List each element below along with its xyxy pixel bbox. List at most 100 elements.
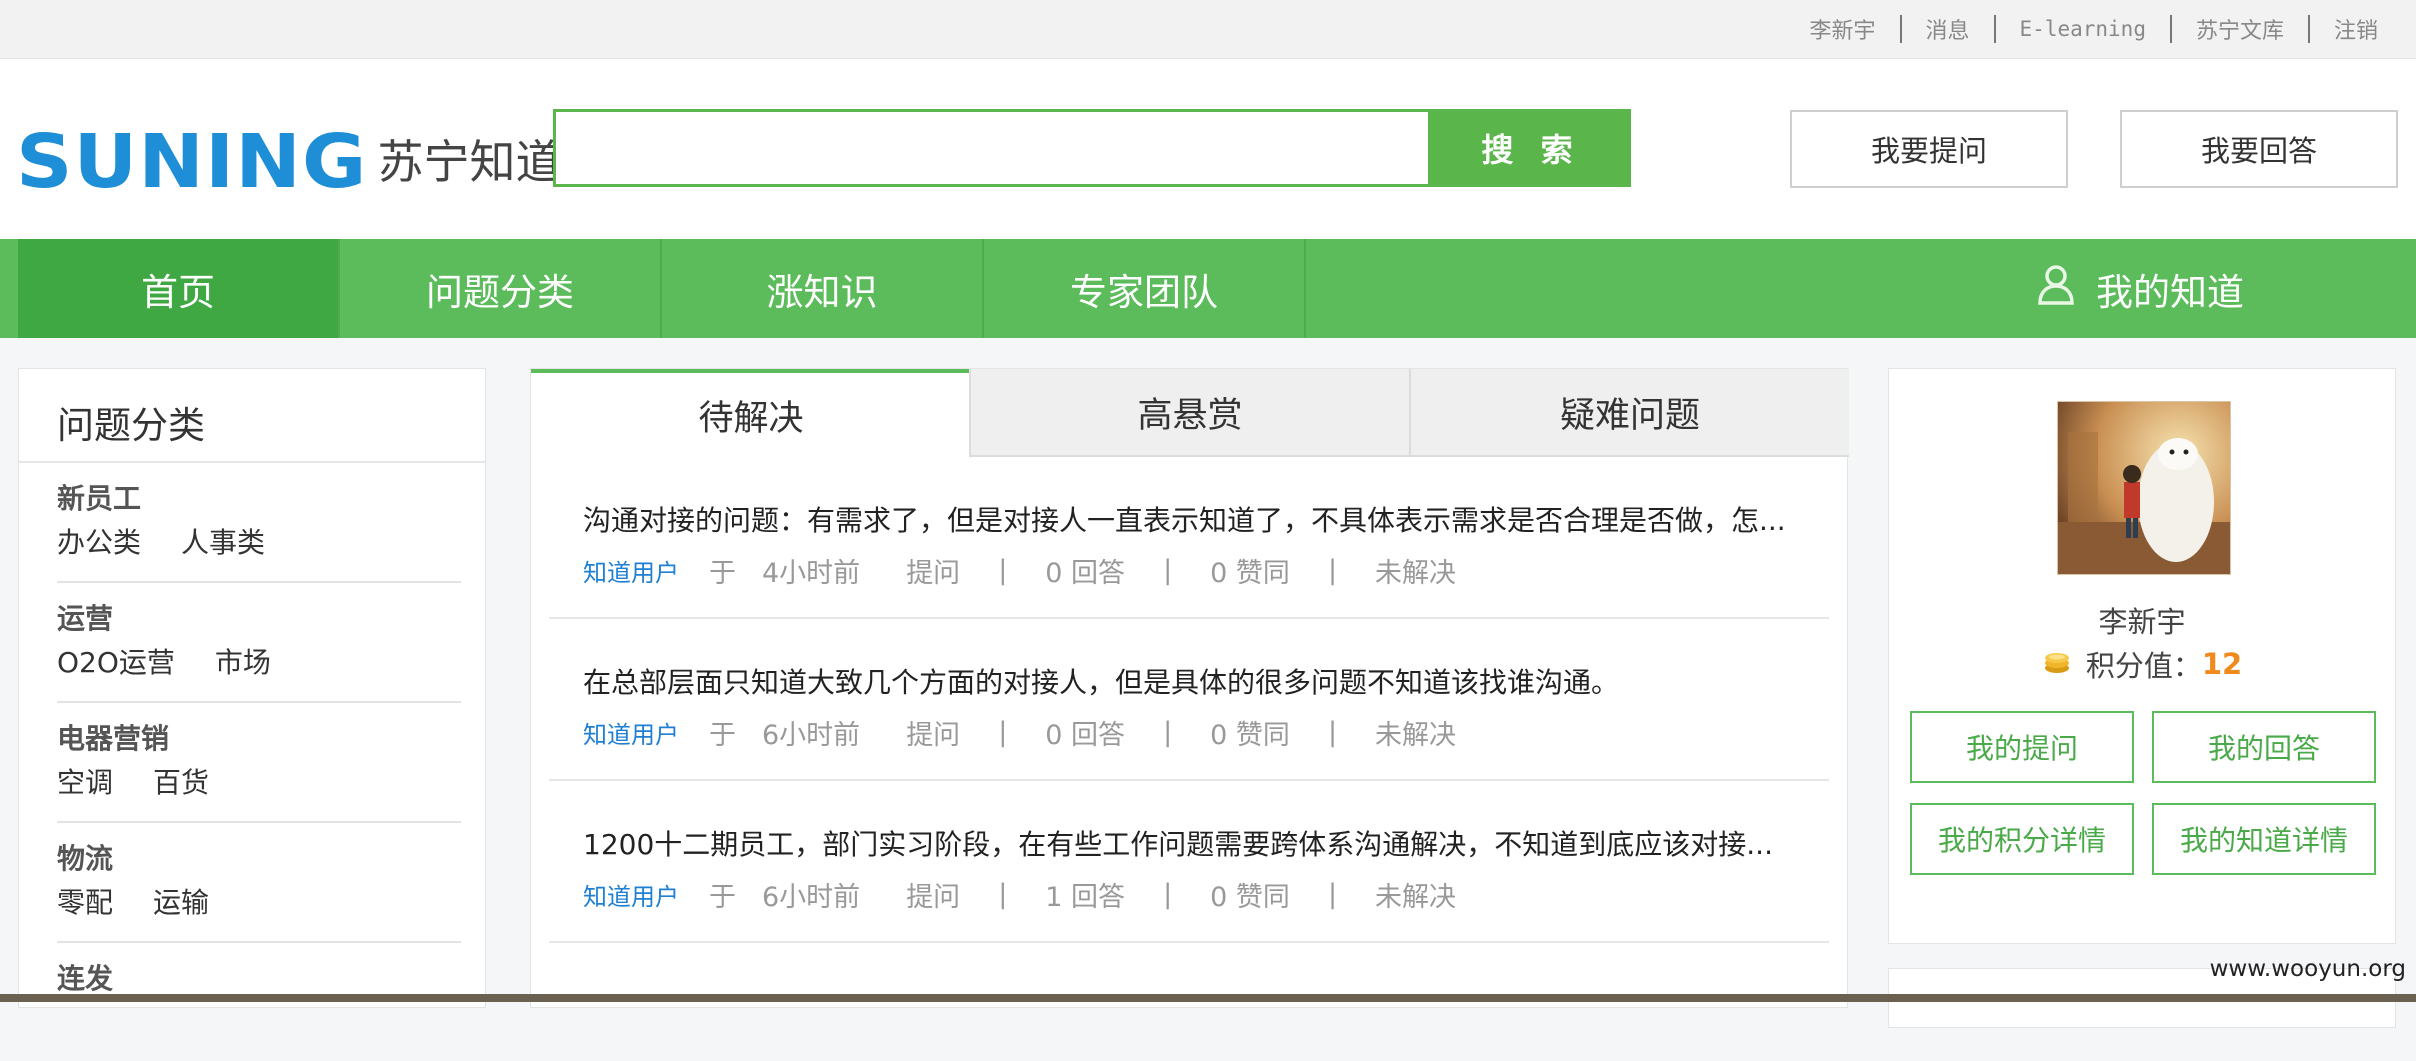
question-status: 未解决 [1375, 720, 1457, 751]
top-link-logout[interactable]: 注销 [2310, 13, 2402, 45]
question-meta: 知道用户 于 4小时前 提问 | 0 回答 | 0 赞同 | 未解决 [583, 551, 1456, 590]
meta-at: 于 [709, 558, 736, 589]
question-status: 未解决 [1375, 882, 1457, 913]
question-user[interactable]: 知道用户 [583, 715, 679, 750]
category-link[interactable]: 人事类 [181, 521, 265, 561]
question-user[interactable]: 知道用户 [583, 877, 679, 912]
coin-icon [2042, 646, 2072, 683]
my-answers-button[interactable]: 我的回答 [2152, 711, 2376, 783]
divider: | [1327, 879, 1338, 910]
divider: | [1327, 717, 1338, 748]
meta-at: 于 [709, 882, 736, 913]
nav-item-knowledge[interactable]: 涨知识 [662, 239, 984, 338]
top-link-messages[interactable]: 消息 [1902, 13, 1994, 45]
category-link[interactable]: 市场 [215, 641, 271, 681]
category-links: 办公类 人事类 [57, 521, 305, 561]
bottom-strip [0, 994, 2416, 1002]
question-title[interactable]: 沟通对接的问题：有需求了，但是对接人一直表示知道了，不具体表示需求是否合理是否做… [583, 499, 1823, 539]
question-action: 提问 [906, 882, 961, 913]
divider: | [998, 555, 1008, 586]
nav-item-home[interactable]: 首页 [18, 239, 340, 338]
answer-count: 0 回答 [1045, 558, 1126, 589]
category-name[interactable]: 连发 [57, 957, 113, 997]
category-link[interactable]: 运输 [153, 881, 209, 921]
divider: | [1163, 879, 1173, 910]
nav-my-zhidao-label: 我的知道 [2096, 270, 2244, 314]
question-action: 提问 [906, 558, 961, 589]
list-item: 沟通对接的问题：有需求了，但是对接人一直表示知道了，不具体表示需求是否合理是否做… [549, 457, 1829, 619]
tab-pending[interactable]: 待解决 [531, 369, 971, 457]
divider: | [998, 879, 1008, 910]
top-bar: 李新宇 消息 E-learning 苏宁文库 注销 [0, 0, 2416, 59]
question-status: 未解决 [1375, 558, 1457, 589]
category-group: 新员工 办公类 人事类 [57, 463, 461, 583]
top-link-library[interactable]: 苏宁文库 [2172, 13, 2308, 45]
question-time: 4小时前 [762, 558, 861, 589]
question-user[interactable]: 知道用户 [583, 553, 679, 588]
user-icon [2036, 263, 2096, 314]
answer-question-button[interactable]: 我要回答 [2120, 110, 2398, 188]
category-link[interactable]: 空调 [57, 761, 113, 801]
category-links: O2O运营 市场 [57, 641, 311, 681]
search-input[interactable] [553, 109, 1431, 187]
nav-item-experts[interactable]: 专家团队 [984, 239, 1306, 338]
tab-high-reward[interactable]: 高悬赏 [969, 369, 1409, 457]
like-count: 0 赞同 [1210, 882, 1290, 913]
category-link[interactable]: 百货 [153, 761, 209, 801]
avatar[interactable] [2057, 401, 2231, 575]
top-link-elearning[interactable]: E-learning [1996, 17, 2170, 41]
logo-subtitle: 苏宁知道 [377, 135, 562, 189]
category-name[interactable]: 新员工 [57, 477, 141, 517]
divider: | [1163, 555, 1173, 586]
nav-item-categories[interactable]: 问题分类 [340, 239, 662, 338]
nav-my-zhidao[interactable]: 我的知道 [2036, 239, 2244, 338]
ask-question-button[interactable]: 我要提问 [1790, 110, 2068, 188]
category-group: 物流 零配 运输 [57, 823, 461, 943]
category-links: 空调 百货 [57, 761, 249, 801]
category-sidebar: 问题分类 新员工 办公类 人事类 运营 O2O运营 市场 电器营销 空调 百货 … [18, 368, 486, 1008]
score-label: 积分值： [2085, 649, 2202, 683]
category-name[interactable]: 运营 [57, 597, 113, 637]
answer-count: 1 回答 [1045, 882, 1126, 913]
score-value: 12 [2201, 647, 2243, 681]
top-link-username[interactable]: 李新宇 [1786, 13, 1900, 45]
profile-score: 积分值： 12 [1889, 643, 2395, 685]
top-links: 李新宇 消息 E-learning 苏宁文库 注销 [1786, 0, 2403, 58]
main-nav: 首页 问题分类 涨知识 专家团队 我的知道 [0, 239, 2416, 338]
question-meta: 知道用户 于 6小时前 提问 | 1 回答 | 0 赞同 | 未解决 [583, 875, 1456, 914]
meta-at: 于 [709, 720, 736, 751]
like-count: 0 赞同 [1210, 558, 1290, 589]
question-panel: 待解决 高悬赏 疑难问题 沟通对接的问题：有需求了，但是对接人一直表示知道了，不… [530, 368, 1849, 1008]
profile-name: 李新宇 [2098, 605, 2186, 639]
question-action: 提问 [906, 720, 961, 751]
search-button[interactable]: 搜 索 [1431, 109, 1631, 187]
question-time: 6小时前 [762, 882, 861, 913]
my-questions-button[interactable]: 我的提问 [1910, 711, 2134, 783]
my-zhidao-detail-button[interactable]: 我的知道详情 [2152, 803, 2376, 875]
logo[interactable]: SUNING 苏宁知道 [16, 117, 562, 207]
question-title[interactable]: 1200十二期员工，部门实习阶段，在有些工作问题需要跨体系沟通解决，不知道到底应… [583, 823, 1823, 863]
tab-difficult[interactable]: 疑难问题 [1409, 369, 1849, 457]
question-title[interactable]: 在总部层面只知道大致几个方面的对接人，但是具体的很多问题不知道该找谁沟通。 [583, 661, 1823, 701]
header: SUNING 苏宁知道 搜 索 我要提问 我要回答 [0, 59, 2416, 239]
category-links: 零配 运输 [57, 881, 249, 921]
watermark: www.wooyun.org [2209, 956, 2406, 982]
category-name[interactable]: 物流 [57, 837, 113, 877]
category-link[interactable]: 办公类 [57, 521, 141, 561]
question-tabs: 待解决 高悬赏 疑难问题 [531, 369, 1849, 457]
question-time: 6小时前 [762, 720, 861, 751]
sidebar-title: 问题分类 [57, 404, 205, 447]
category-link[interactable]: O2O运营 [57, 641, 175, 681]
my-points-detail-button[interactable]: 我的积分详情 [1910, 803, 2134, 875]
divider: | [1327, 555, 1338, 586]
category-name[interactable]: 电器营销 [57, 717, 169, 757]
answer-count: 0 回答 [1045, 720, 1126, 751]
list-item: 在总部层面只知道大致几个方面的对接人，但是具体的很多问题不知道该找谁沟通。 知道… [549, 619, 1829, 781]
category-link[interactable]: 零配 [57, 881, 113, 921]
divider: | [998, 717, 1008, 748]
divider: | [1163, 717, 1173, 748]
category-group: 运营 O2O运营 市场 [57, 583, 461, 703]
question-list: 沟通对接的问题：有需求了，但是对接人一直表示知道了，不具体表示需求是否合理是否做… [549, 457, 1829, 943]
profile-panel: 李新宇 积分值： 12 我的提问 我的回答 我的积分详情 我的知道详情 [1888, 368, 2396, 944]
question-meta: 知道用户 于 6小时前 提问 | 0 回答 | 0 赞同 | 未解决 [583, 713, 1456, 752]
